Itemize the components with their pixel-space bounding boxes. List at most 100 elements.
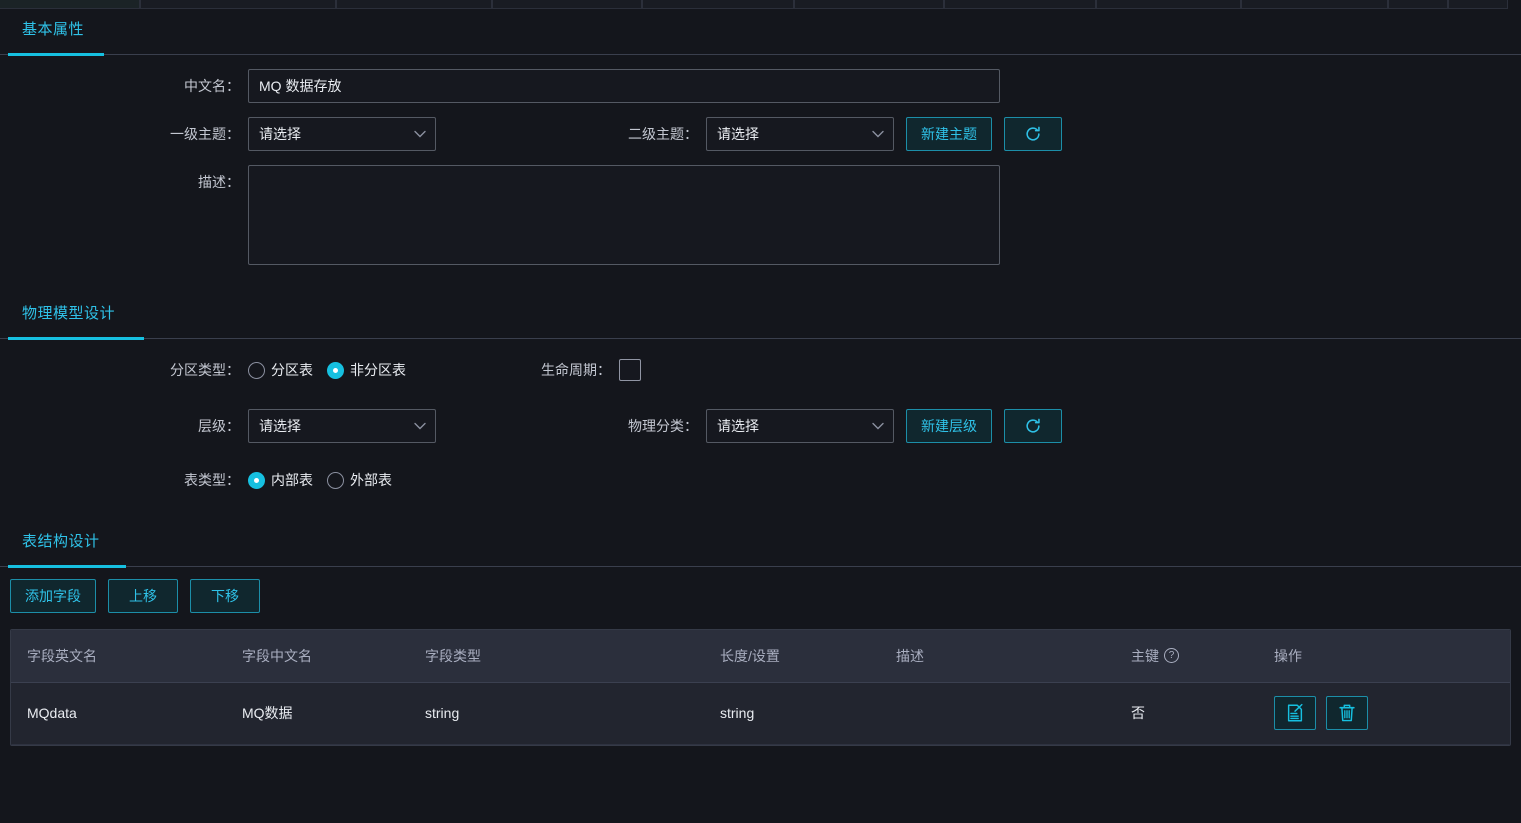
delete-row-button[interactable]: [1326, 696, 1368, 730]
radio-partition-table[interactable]: 分区表: [248, 360, 313, 380]
move-down-button[interactable]: 下移: [190, 579, 260, 613]
partition-type-radio-group: 分区表 非分区表: [248, 353, 406, 387]
row-table-type: 表类型： 内部表 外部表: [0, 463, 1521, 497]
tab-table-structure-design[interactable]: 表结构设计: [22, 521, 100, 563]
description-textarea[interactable]: [248, 165, 1000, 265]
secondary-topic-value: 请选择: [717, 126, 759, 142]
table-type-radio-group: 内部表 外部表: [248, 463, 392, 497]
section-physical-model-header: 物理模型设计: [0, 293, 1521, 339]
top-tab-strip: [0, 0, 1521, 9]
label-chinese-name: 中文名：: [0, 69, 248, 103]
physical-classification-select[interactable]: 请选择: [706, 409, 894, 443]
radio-internal-table[interactable]: 内部表: [248, 470, 313, 490]
field-table-container: 字段英文名 字段中文名 字段类型 长度/设置 描述 主键 ? 操作: [10, 629, 1511, 746]
move-up-button[interactable]: 上移: [108, 579, 178, 613]
label-table-type: 表类型：: [0, 463, 248, 497]
refresh-icon: [1024, 417, 1042, 435]
top-tab-stub-5[interactable]: [794, 0, 944, 9]
col-header-en-name: 字段英文名: [11, 630, 226, 682]
label-level: 层级：: [0, 409, 248, 443]
top-tab-stub-1[interactable]: [140, 0, 336, 9]
radio-indicator: [327, 362, 344, 379]
col-header-description: 描述: [880, 630, 1115, 682]
edit-document-icon: [1285, 703, 1305, 723]
top-tab-stub-7[interactable]: [1096, 0, 1241, 9]
lifecycle-input[interactable]: [619, 359, 641, 381]
col-header-primary-key-label: 主键: [1131, 646, 1159, 666]
label-secondary-topic: 二级主题：: [606, 117, 706, 151]
radio-non-partition-table[interactable]: 非分区表: [327, 360, 406, 380]
cell-primary-key: 否: [1115, 682, 1258, 744]
row-topics: 一级主题： 请选择 二级主题： 请选择 新建主题: [0, 117, 1521, 151]
section-underline: [0, 338, 1521, 339]
row-chinese-name: 中文名：: [0, 69, 1521, 103]
table-structure-toolbar: 添加字段 上移 下移: [0, 567, 1521, 613]
top-tab-stub-9[interactable]: [1388, 0, 1448, 9]
new-topic-button[interactable]: 新建主题: [906, 117, 992, 151]
label-partition-type: 分区类型：: [0, 353, 248, 387]
top-tab-stub-8[interactable]: [1241, 0, 1388, 9]
col-header-actions: 操作: [1258, 630, 1510, 682]
level-select[interactable]: 请选择: [248, 409, 436, 443]
radio-label: 分区表: [271, 360, 313, 380]
section-underline: [0, 566, 1521, 567]
cell-en-name: MQdata: [11, 682, 226, 744]
section-underline: [0, 54, 1521, 55]
top-tab-stub-6[interactable]: [944, 0, 1096, 9]
edit-row-button[interactable]: [1274, 696, 1316, 730]
chevron-down-icon: [414, 410, 426, 442]
radio-indicator: [248, 362, 265, 379]
top-tab-stub-3[interactable]: [492, 0, 642, 9]
col-header-length: 长度/设置: [704, 630, 880, 682]
top-tab-stub-0[interactable]: [0, 0, 140, 9]
refresh-level-button[interactable]: [1004, 409, 1062, 443]
model-design-page: 基本属性 中文名： 一级主题： 请选择 二级主题： 请选择: [0, 9, 1521, 823]
row-level-and-classification: 层级： 请选择 物理分类： 请选择 新建层级: [0, 409, 1521, 443]
physical-classification-value: 请选择: [717, 418, 759, 434]
trash-icon: [1337, 703, 1357, 723]
col-header-cn-name: 字段中文名: [226, 630, 409, 682]
cell-cn-name: MQ数据: [226, 682, 409, 744]
radio-external-table[interactable]: 外部表: [327, 470, 392, 490]
refresh-icon: [1024, 125, 1042, 143]
field-table-body: MQdata MQ数据 string string 否: [11, 682, 1510, 744]
col-header-primary-key: 主键 ?: [1115, 630, 1258, 682]
chevron-down-icon: [872, 410, 884, 442]
top-tab-stub-4[interactable]: [642, 0, 794, 9]
cell-field-type: string: [409, 682, 704, 744]
help-question-icon[interactable]: ?: [1164, 648, 1179, 663]
row-partition-type: 分区类型： 分区表 非分区表 生命周期：: [0, 353, 1521, 387]
label-primary-topic: 一级主题：: [0, 117, 248, 151]
chinese-name-input[interactable]: [248, 69, 1000, 103]
new-level-button[interactable]: 新建层级: [906, 409, 992, 443]
chevron-down-icon: [414, 118, 426, 150]
radio-label: 内部表: [271, 470, 313, 490]
table-header-row: 字段英文名 字段中文名 字段类型 长度/设置 描述 主键 ? 操作: [11, 630, 1510, 682]
primary-topic-select[interactable]: 请选择: [248, 117, 436, 151]
physical-model-form: 分区类型： 分区表 非分区表 生命周期： 层级： 请选择: [0, 339, 1521, 497]
table-row[interactable]: MQdata MQ数据 string string 否: [11, 682, 1510, 744]
section-basic-attributes-header: 基本属性: [0, 9, 1521, 55]
level-value: 请选择: [259, 418, 301, 434]
radio-label: 非分区表: [350, 360, 406, 380]
top-tab-stub-2[interactable]: [336, 0, 492, 9]
label-physical-classification: 物理分类：: [606, 409, 706, 443]
tab-physical-model-design[interactable]: 物理模型设计: [22, 293, 115, 335]
top-tab-stub-10[interactable]: [1448, 0, 1508, 9]
radio-indicator: [327, 472, 344, 489]
label-description: 描述：: [0, 165, 248, 199]
row-description: 描述：: [0, 165, 1521, 265]
chevron-down-icon: [872, 118, 884, 150]
cell-length: string: [704, 682, 880, 744]
basic-attributes-form: 中文名： 一级主题： 请选择 二级主题： 请选择 新建主题: [0, 55, 1521, 265]
secondary-topic-select[interactable]: 请选择: [706, 117, 894, 151]
cell-description: [880, 682, 1115, 744]
field-table: 字段英文名 字段中文名 字段类型 长度/设置 描述 主键 ? 操作: [11, 630, 1510, 745]
tab-basic-attributes[interactable]: 基本属性: [22, 9, 84, 51]
section-table-structure-header: 表结构设计: [0, 521, 1521, 567]
radio-indicator: [248, 472, 265, 489]
add-field-button[interactable]: 添加字段: [10, 579, 96, 613]
label-lifecycle: 生命周期：: [519, 353, 619, 387]
refresh-topic-button[interactable]: [1004, 117, 1062, 151]
radio-label: 外部表: [350, 470, 392, 490]
